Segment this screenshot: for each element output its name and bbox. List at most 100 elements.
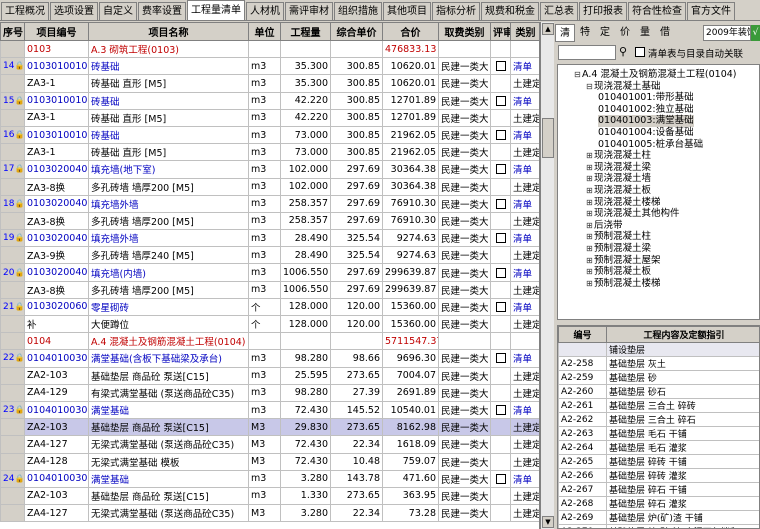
quota-row[interactable]: A2-259 基础垫层 砂 [558,370,759,385]
cell-fee[interactable]: 民建一类大 [438,57,491,76]
cell-total[interactable]: 9274.63 [382,229,439,248]
cell-review[interactable] [490,314,511,334]
cell-name[interactable]: 砖基础 直形 [M5] [88,74,249,93]
cell-fee[interactable]: 民建一类大 [438,125,491,145]
cell-qty[interactable]: 1006.550 [280,263,331,282]
cell-fee[interactable]: 民建一类大 [438,108,491,127]
cell-code[interactable]: 010302004003 [24,229,89,248]
cell-type[interactable]: 土建定额 [510,143,539,162]
cell-fee[interactable] [438,332,491,351]
scroll-down-arrow-icon[interactable]: ▼ [542,516,554,528]
quota-desc[interactable]: 基础垫层 砂石 [606,384,759,399]
cell-type[interactable]: 土建定额 [510,504,539,523]
cell-unit[interactable]: m3 [248,383,281,402]
cell-code[interactable]: ZA2-103 [24,418,89,437]
review-checkbox[interactable] [495,267,506,278]
cell-review[interactable] [490,91,511,110]
cell-review[interactable] [490,504,511,523]
cell-fee[interactable]: 民建一类大 [438,177,491,196]
cell-name[interactable]: 砖基础 [88,125,249,145]
cell-code[interactable]: 补 [24,314,89,334]
cell-review[interactable] [490,143,511,162]
review-checkbox[interactable] [495,301,506,312]
cell-code[interactable]: 010401003001 [24,349,89,368]
cell-name[interactable]: 砖基础 直形 [M5] [88,108,249,127]
quota-code[interactable]: A2-258 [558,356,607,371]
cell-name[interactable]: 填充墙(地下室) [88,160,249,179]
table-row[interactable]: 18🔒010302004002填充墙外墙m3258.357297.6976910… [0,194,539,213]
tab-14[interactable]: 官方文件 [687,2,735,20]
cell-qty[interactable]: 3.280 [280,504,331,523]
quota-row[interactable]: A2-266 基础垫层 碎砖 灌浆 [558,468,759,483]
quota-row[interactable]: A2-267 基础垫层 碎石 干铺 [558,482,759,497]
cell-type[interactable]: 清单 [510,400,539,420]
cell-fee[interactable]: 民建一类大 [438,383,491,402]
column-header[interactable]: 项目编号 [24,22,89,41]
cell-total[interactable]: 30364.38 [382,160,439,179]
table-row[interactable]: ZA3-1 砖基础 直形 [M5] m3 42.220 300.85 12701.89 民建… [0,108,539,127]
column-header[interactable]: 综合单价 [330,22,383,41]
quota-code[interactable]: A2-266 [558,468,607,483]
cell-code[interactable]: 010302006001 [24,297,89,317]
cell-total[interactable]: 9274.63 [382,246,439,265]
cell-unit[interactable]: m3 [248,246,281,265]
quota-code[interactable]: A2-260 [558,384,607,399]
cell-total[interactable]: 15360.00 [382,314,439,334]
cell-review[interactable] [490,108,511,127]
cell-type[interactable]: 清单 [510,229,539,248]
cell-total[interactable]: 299639.87 [382,280,439,299]
cell-fee[interactable]: 民建一类大 [438,246,491,265]
cell-total[interactable]: 471.60 [382,469,439,488]
quota-code[interactable]: A2-265 [558,454,607,469]
cell-fee[interactable]: 民建一类大 [438,418,491,437]
right-tab-5[interactable]: 借 [655,24,675,42]
tab-4[interactable]: 工程量清单 [187,0,245,20]
cell-name[interactable]: 填充墙外墙 [88,194,249,213]
cell-type[interactable]: 清单 [510,194,539,213]
cell-review[interactable] [490,229,511,248]
tree-node[interactable]: ⊟现浇混凝土基础 [586,81,661,93]
tab-6[interactable]: 需评审材 [285,2,333,20]
cell-code[interactable]: ZA3-8换 [24,211,89,231]
cell-unit[interactable]: m3 [248,91,281,110]
review-checkbox[interactable] [495,198,506,209]
cell-name[interactable]: 砖基础 [88,57,249,76]
cell-qty[interactable]: 128.000 [280,297,331,317]
quota-row[interactable]: A2-262 基础垫层 三合土 碎石 [558,412,759,427]
cell-unit[interactable]: m3 [248,486,281,506]
cell-qty[interactable]: 72.430 [280,435,331,454]
collapse-icon[interactable]: ⊟ [586,81,594,93]
cell-type[interactable]: 清单 [510,469,539,488]
link-checkbox[interactable] [635,47,645,57]
cell-total[interactable]: 73.28 [382,504,439,523]
cell-unit[interactable]: m3 [248,469,281,488]
quota-code[interactable]: A2-262 [558,412,607,427]
cell-review[interactable] [490,469,511,488]
column-header[interactable]: 取费类别 [438,22,491,41]
cell-qty[interactable]: 72.430 [280,452,331,471]
cell-code[interactable]: 010401003003 [24,469,89,488]
cell-review[interactable] [490,57,511,76]
cell-review[interactable] [490,418,511,437]
table-row[interactable]: 16🔒010301001003砖基础m373.000300.8521962.05… [0,125,539,145]
column-header[interactable]: 工程量 [280,22,331,41]
quota-desc[interactable]: 基础垫层 毛石 灌浆 [606,440,759,455]
tab-12[interactable]: 打印报表 [579,2,627,20]
cell-unit[interactable]: m3 [248,57,281,76]
cell-code[interactable]: 010302004002 [24,194,89,213]
cell-total[interactable]: 10620.01 [382,74,439,93]
cell-total[interactable]: 12701.89 [382,108,439,127]
cell-price[interactable]: 27.39 [330,383,383,402]
expand-icon[interactable]: ⊞ [586,173,594,185]
tab-2[interactable]: 自定义 [99,2,137,20]
cell-total[interactable]: 30364.38 [382,177,439,196]
cell-unit[interactable] [248,39,281,59]
cell-name[interactable]: 多孔砖墙 墙厚200 [M5] [88,280,249,299]
expand-icon[interactable]: ⊞ [586,185,594,197]
year-confirm-button[interactable]: √ [751,25,760,41]
expand-icon[interactable]: ⊞ [586,266,594,278]
cell-qty[interactable] [280,39,331,59]
cell-qty[interactable]: 128.000 [280,314,331,334]
quota-desc[interactable]: 基础垫层 三合土 碎石 [606,412,759,427]
column-header[interactable]: 序号 [0,22,25,41]
